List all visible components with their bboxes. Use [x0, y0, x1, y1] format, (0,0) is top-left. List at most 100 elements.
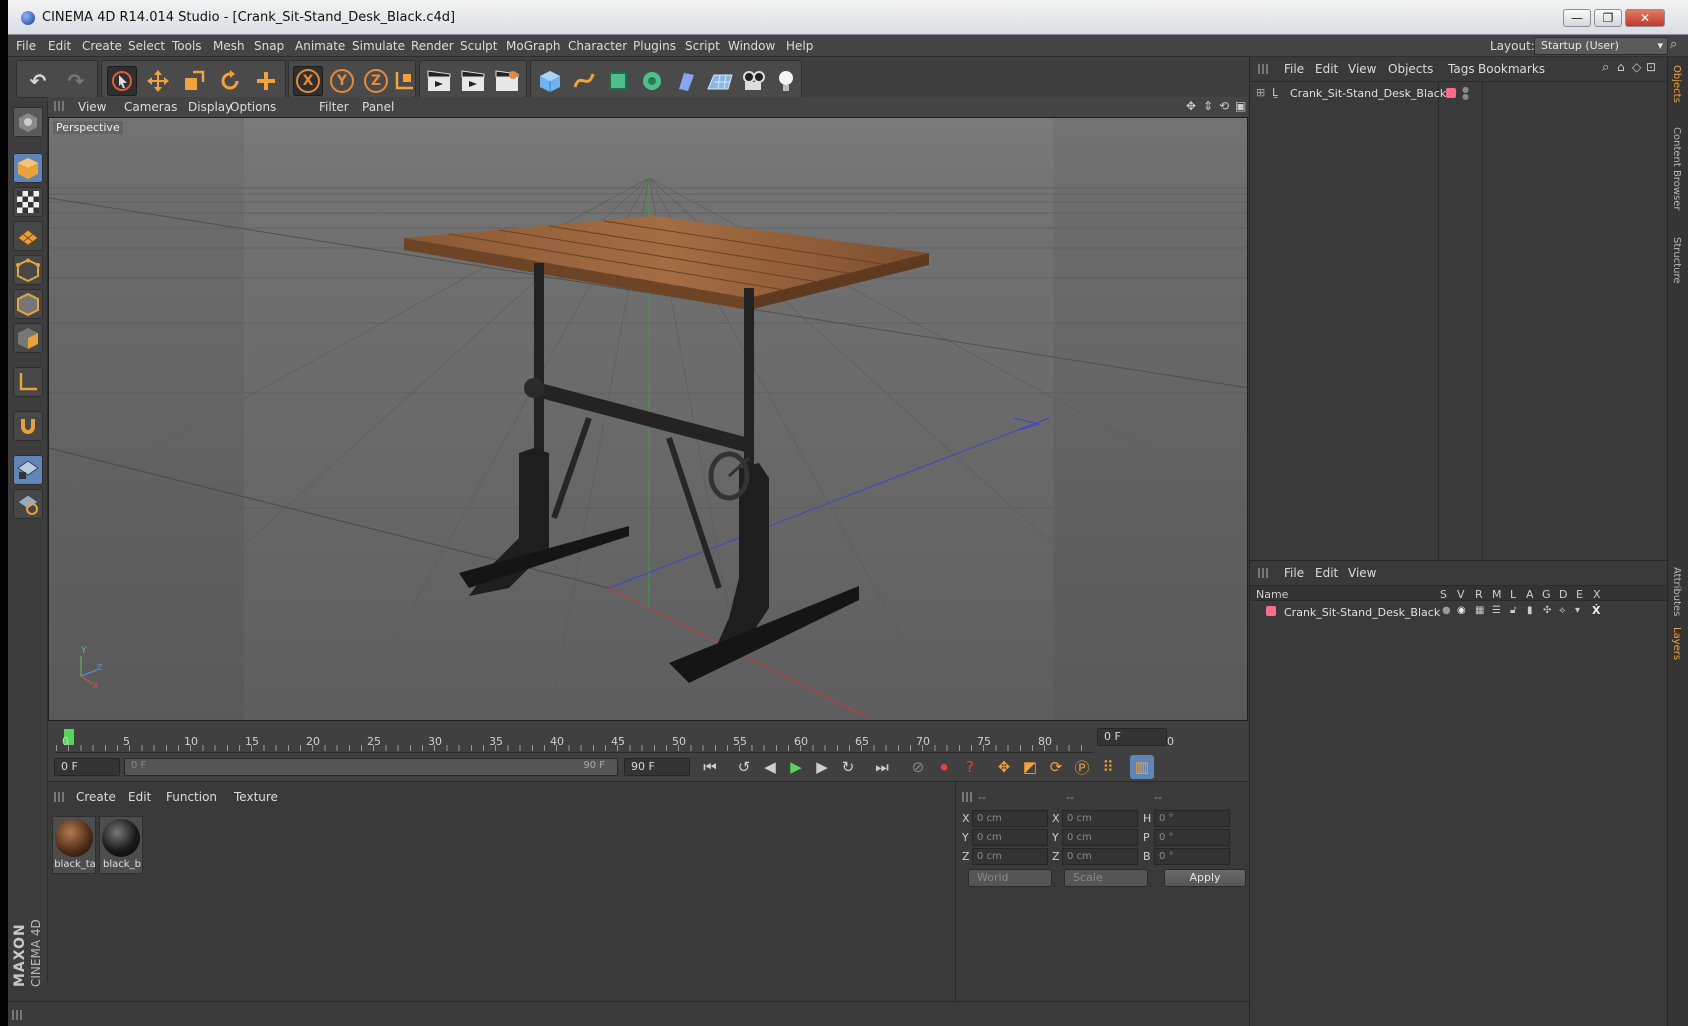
drag-handle-icon[interactable] — [54, 101, 64, 111]
timeline-window-button[interactable]: ▥ — [1130, 755, 1154, 779]
menu-animate[interactable]: Animate — [295, 39, 345, 53]
tab-attributes[interactable]: Attributes — [1671, 567, 1682, 616]
position-z-field[interactable]: 0 cm — [972, 848, 1048, 865]
record-keys-button[interactable]: ⊘ — [906, 755, 930, 779]
render-picture-viewer-button[interactable] — [458, 66, 488, 96]
start-frame-field[interactable]: 0 F — [54, 758, 120, 776]
xref-toggle-icon[interactable]: Ẋ — [1592, 604, 1600, 617]
position-y-field[interactable]: 0 cm — [972, 829, 1048, 846]
menu-character[interactable]: Character — [568, 39, 627, 53]
viewport-menu-display[interactable]: Display — [188, 100, 232, 114]
goto-start-button[interactable]: ⏮ — [698, 755, 722, 779]
back-icon[interactable]: ◇ — [1632, 60, 1641, 74]
rotate-tool-button[interactable] — [215, 66, 245, 96]
menu-edit[interactable]: Edit — [48, 39, 71, 53]
key-pla-button[interactable]: ⠿ — [1096, 755, 1120, 779]
column-animation[interactable]: A — [1526, 588, 1534, 601]
menu-script[interactable]: Script — [685, 39, 720, 53]
nurbs-button[interactable] — [603, 66, 633, 96]
workplane-mode-button[interactable] — [13, 221, 43, 251]
rotation-h-field[interactable]: 0 ° — [1154, 810, 1230, 827]
size-x-field[interactable]: 0 cm — [1062, 810, 1138, 827]
workplane-lock-button[interactable] — [13, 455, 43, 485]
deformer-button[interactable] — [671, 66, 701, 96]
live-selection-button[interactable] — [107, 66, 137, 96]
axis-mode-button[interactable] — [13, 367, 43, 397]
floor-button[interactable] — [705, 66, 735, 96]
viewport-menu-filter[interactable]: Filter — [319, 100, 349, 114]
timeline-ruler[interactable] — [56, 723, 1093, 753]
menu-mesh[interactable]: Mesh — [213, 39, 245, 53]
add-tool-button[interactable] — [251, 66, 281, 96]
lock-icon[interactable]: 🔓︎ — [1510, 605, 1516, 616]
drag-handle-icon[interactable] — [962, 792, 972, 802]
spline-button[interactable] — [569, 66, 599, 96]
objects-menu-objects[interactable]: Objects — [1388, 62, 1433, 76]
play-button[interactable]: ▶ — [784, 755, 808, 779]
key-rotation-button[interactable]: ⟳ — [1044, 755, 1068, 779]
goto-end-button[interactable]: ⏭ — [870, 755, 894, 779]
restore-button[interactable]: ❐ — [1594, 9, 1622, 27]
range-slider[interactable]: 0 F 90 F — [124, 758, 618, 776]
make-editable-button[interactable] — [13, 107, 43, 137]
next-frame-button[interactable]: ▶ — [810, 755, 834, 779]
light-button[interactable] — [771, 66, 801, 96]
objects-menu-tags[interactable]: Tags — [1448, 62, 1475, 76]
tab-structure[interactable]: Structure — [1671, 237, 1682, 284]
render-settings-button[interactable] — [492, 66, 522, 96]
perspective-viewport[interactable]: Y Z X Perspective — [48, 117, 1248, 721]
redo-button[interactable]: ↷ — [61, 66, 91, 96]
expression-toggle-icon[interactable]: ▾ — [1575, 605, 1580, 616]
menu-render[interactable]: Render — [411, 39, 454, 53]
animation-toggle-icon[interactable]: ▮ — [1527, 605, 1533, 616]
coordinate-mode-select[interactable]: World — [968, 869, 1052, 887]
size-z-field[interactable]: 0 cm — [1062, 848, 1138, 865]
layout-select[interactable]: Startup (User) ▾ — [1534, 37, 1668, 55]
viewport-rotate-icon[interactable]: ⟲ — [1219, 99, 1229, 113]
viewport-menu-panel[interactable]: Panel — [362, 100, 394, 114]
viewport-menu-options[interactable]: Options — [230, 100, 276, 114]
column-xref[interactable]: X — [1593, 588, 1601, 601]
rotation-p-field[interactable]: 0 ° — [1154, 829, 1230, 846]
column-locked[interactable]: L — [1510, 588, 1516, 601]
layers-menu-file[interactable]: File — [1284, 566, 1304, 580]
menu-simulate[interactable]: Simulate — [352, 39, 405, 53]
objects-menu-edit[interactable]: Edit — [1315, 62, 1338, 76]
next-key-button[interactable]: ↻ — [836, 755, 860, 779]
objects-menu-file[interactable]: File — [1284, 62, 1304, 76]
scale-tool-button[interactable] — [179, 66, 209, 96]
column-view[interactable]: V — [1457, 588, 1465, 601]
new-window-icon[interactable]: ⊡ — [1646, 60, 1656, 74]
viewport-zoom-icon[interactable]: ⇕ — [1203, 99, 1213, 113]
viewport-maximize-icon[interactable]: ▣ — [1235, 99, 1246, 113]
menu-window[interactable]: Window — [728, 39, 775, 53]
coordinate-system-button[interactable] — [389, 66, 419, 96]
tab-layers[interactable]: Layers — [1671, 627, 1682, 660]
end-frame-field[interactable]: 90 F — [624, 758, 690, 776]
layers-menu-edit[interactable]: Edit — [1315, 566, 1338, 580]
render-view-button[interactable] — [424, 66, 454, 96]
z-axis-button[interactable]: Z — [361, 66, 391, 96]
drag-handle-icon[interactable] — [1258, 64, 1268, 74]
viewport-move-icon[interactable]: ✥ — [1186, 99, 1196, 113]
column-generators[interactable]: G — [1542, 588, 1551, 601]
array-button[interactable] — [637, 66, 667, 96]
drag-handle-icon[interactable] — [54, 792, 64, 802]
material-menu-edit[interactable]: Edit — [128, 790, 151, 804]
polygons-mode-button[interactable] — [13, 323, 43, 353]
menu-tools[interactable]: Tools — [172, 39, 202, 53]
render-toggle-icon[interactable]: ▦ — [1475, 605, 1484, 616]
keyframe-selection-button[interactable]: ? — [958, 755, 982, 779]
edges-mode-button[interactable] — [13, 289, 43, 319]
column-expressions[interactable]: E — [1576, 588, 1583, 601]
tab-content-browser[interactable]: Content Browser — [1671, 127, 1682, 210]
menu-create[interactable]: Create — [82, 39, 122, 53]
objects-menu-view[interactable]: View — [1348, 62, 1376, 76]
column-solo[interactable]: S — [1440, 588, 1447, 601]
key-parameter-button[interactable]: Ⓟ — [1070, 755, 1094, 779]
layer-color-swatch[interactable] — [1266, 606, 1276, 616]
search-icon[interactable]: ⌕ — [1670, 37, 1677, 52]
viewport-menu-view[interactable]: View — [78, 100, 106, 114]
texture-mode-button[interactable] — [13, 187, 43, 217]
drag-handle-icon[interactable] — [1258, 568, 1268, 578]
